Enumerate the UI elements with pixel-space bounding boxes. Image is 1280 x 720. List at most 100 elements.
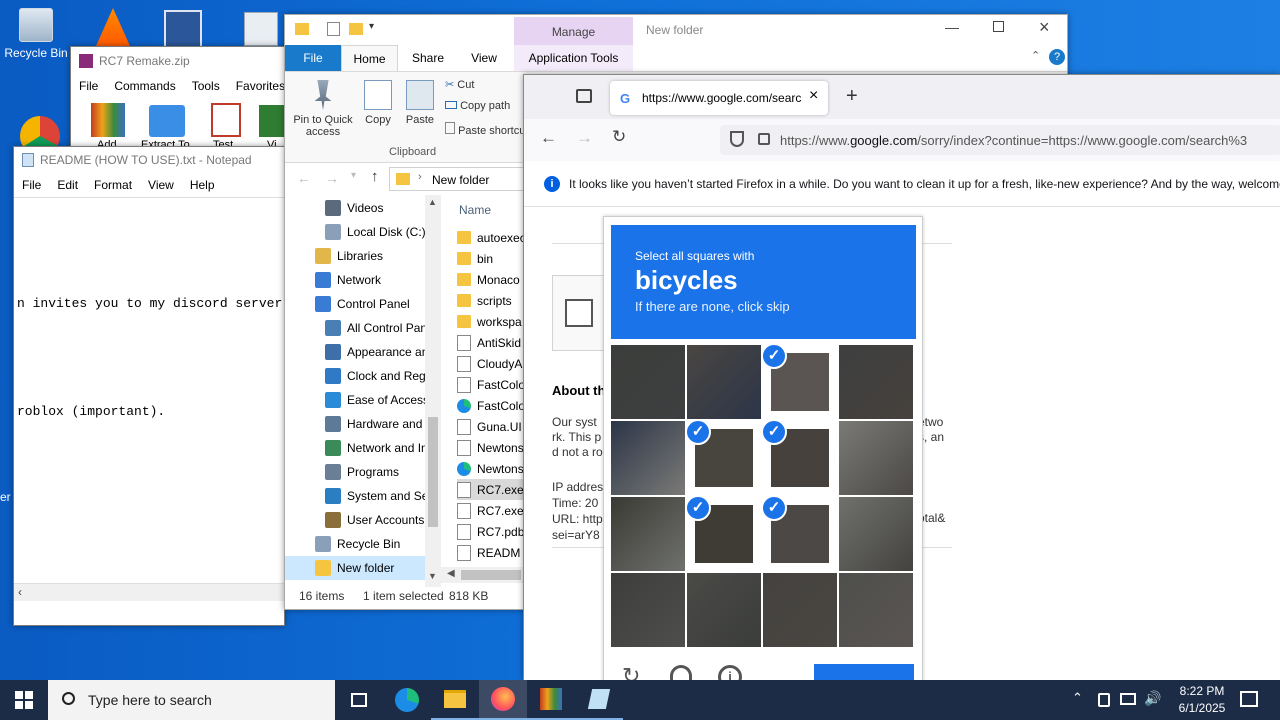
nav-scroll-thumb[interactable] <box>428 417 438 527</box>
nav-item[interactable]: Local Disk (C:) <box>285 220 427 244</box>
nav-item[interactable]: All Control Panel <box>285 316 427 340</box>
scroll-down-icon[interactable]: ▼ <box>428 571 437 581</box>
notepad-text-area[interactable]: n invites you to my discord server roblo… <box>14 197 284 583</box>
edge-taskbar-button[interactable] <box>383 680 431 720</box>
notepad-menu-view[interactable]: View <box>140 178 182 192</box>
battery-icon[interactable] <box>1098 693 1110 707</box>
nav-item[interactable]: Network <box>285 268 427 292</box>
explorer-taskbar-button[interactable] <box>431 680 479 720</box>
image-file-icon[interactable] <box>244 12 278 46</box>
file-row[interactable]: scripts <box>457 290 525 311</box>
firefox-tab[interactable]: G https://www.google.com/searc × <box>610 81 828 115</box>
file-hscroll[interactable]: ◀ <box>441 567 525 583</box>
explorer-titlebar[interactable]: ▾ Manage New folder — × <box>285 15 1067 45</box>
notepad-menu-help[interactable]: Help <box>182 178 223 192</box>
tab-file[interactable]: File <box>285 45 341 71</box>
firefox-taskbar-button[interactable] <box>479 680 527 720</box>
nav-item[interactable]: Network and In <box>285 436 427 460</box>
file-row[interactable]: FastColo <box>457 395 525 416</box>
winrar-view-button[interactable] <box>259 105 285 137</box>
winrar-test-button[interactable] <box>211 103 241 137</box>
captcha-tile[interactable] <box>839 497 913 571</box>
recent-chevron-icon[interactable]: ▾ <box>351 170 356 181</box>
forward-arrow-icon[interactable]: → <box>325 170 339 186</box>
clock-time[interactable]: 8:22 PM <box>1172 684 1232 698</box>
copy-path-button[interactable]: Copy path <box>445 100 510 112</box>
nav-item[interactable]: System and Sec <box>285 484 427 508</box>
file-row[interactable]: autoexec <box>457 227 525 248</box>
new-folder-icon[interactable] <box>349 23 363 35</box>
nav-item[interactable]: User Accounts <box>285 508 427 532</box>
winrar-taskbar-button[interactable] <box>527 680 575 720</box>
file-row[interactable]: RC7.exe <box>457 500 525 521</box>
captcha-tile[interactable]: ✓ <box>687 497 761 571</box>
captcha-tile[interactable] <box>611 573 685 647</box>
nav-item[interactable]: Appearance and <box>285 340 427 364</box>
file-row[interactable]: READM <box>457 542 525 563</box>
nav-scrollbar[interactable]: ▲ ▼ <box>425 195 441 587</box>
captcha-tile[interactable] <box>611 421 685 495</box>
file-row[interactable]: Guna.UI <box>457 416 525 437</box>
nav-item[interactable]: Videos <box>285 196 427 220</box>
pin-quick-access-button[interactable]: Pin to Quick access <box>291 80 355 138</box>
maximize-icon[interactable] <box>993 21 1004 32</box>
chevron-down-icon[interactable]: ▾ <box>369 21 374 32</box>
file-row[interactable]: bin <box>457 248 525 269</box>
tab-groups-icon[interactable] <box>576 89 592 103</box>
up-arrow-icon[interactable]: ↑ <box>371 168 379 185</box>
captcha-tile[interactable] <box>687 573 761 647</box>
nav-item[interactable]: Libraries <box>285 244 427 268</box>
reload-icon[interactable]: ↻ <box>612 127 626 147</box>
captcha-tile[interactable] <box>763 573 837 647</box>
notepad-horizontal-scrollbar[interactable]: ‹ <box>14 583 284 601</box>
help-icon[interactable]: ? <box>1049 49 1065 65</box>
tracking-shield-icon[interactable] <box>730 131 744 147</box>
task-view-button[interactable] <box>335 680 383 720</box>
minimize-icon[interactable]: — <box>945 19 959 35</box>
lock-icon[interactable] <box>758 133 770 145</box>
winrar-extract-button[interactable] <box>149 105 185 137</box>
taskbar-search-box[interactable]: Type here to search <box>48 680 335 720</box>
captcha-tile[interactable]: ✓ <box>763 345 837 419</box>
nav-item[interactable]: Ease of Access <box>285 388 427 412</box>
column-header-name[interactable]: Name <box>459 203 491 217</box>
url-bar[interactable]: https://www.google.com/sorry/index?conti… <box>720 125 1280 155</box>
nav-item[interactable]: Clock and Regi <box>285 364 427 388</box>
paste-button[interactable]: Paste <box>395 80 445 126</box>
back-icon[interactable]: ← <box>540 128 557 148</box>
file-row[interactable]: FastColo <box>457 374 525 395</box>
notepad-window[interactable]: README (HOW TO USE).txt - Notepad File E… <box>13 146 285 626</box>
show-hidden-icons-icon[interactable]: ⌃ <box>1072 690 1083 706</box>
captcha-tile[interactable] <box>611 497 685 571</box>
captcha-tile[interactable] <box>839 345 913 419</box>
notepad-taskbar-button[interactable] <box>575 680 623 720</box>
nav-item[interactable]: Control Panel <box>285 292 427 316</box>
properties-icon[interactable] <box>327 22 340 36</box>
tab-view[interactable]: View <box>465 45 503 71</box>
tab-close-icon[interactable]: × <box>809 87 818 105</box>
file-row[interactable]: CloudyA <box>457 353 525 374</box>
file-row[interactable]: Newtons <box>457 458 525 479</box>
cut-button[interactable]: ✂ Cut <box>445 78 474 91</box>
start-button[interactable] <box>0 680 48 720</box>
close-icon[interactable]: × <box>1039 17 1050 38</box>
nav-item[interactable]: Programs <box>285 460 427 484</box>
recycle-bin-desktop-icon[interactable]: Recycle Bin <box>4 8 68 60</box>
nav-item[interactable]: New folder <box>285 556 427 580</box>
volume-icon[interactable]: 🔊 <box>1144 690 1161 707</box>
captcha-tile[interactable]: ✓ <box>763 497 837 571</box>
notepad-menu-edit[interactable]: Edit <box>49 178 86 192</box>
winrar-window[interactable]: RC7 Remake.zip File Commands Tools Favor… <box>70 46 286 154</box>
captcha-tile[interactable] <box>611 345 685 419</box>
file-row[interactable]: RC7.exe <box>457 479 525 500</box>
address-box[interactable]: › New folder <box>389 167 529 191</box>
winrar-add-button[interactable] <box>91 103 125 137</box>
tab-share[interactable]: Share <box>409 45 447 71</box>
notifications-icon[interactable] <box>1240 691 1258 707</box>
word-icon[interactable] <box>164 10 202 48</box>
tab-application-tools[interactable]: Application Tools <box>514 45 633 71</box>
file-row[interactable]: Newtons <box>457 437 525 458</box>
file-row[interactable]: Monaco <box>457 269 525 290</box>
new-tab-icon[interactable]: + <box>846 85 858 108</box>
network-icon[interactable] <box>1120 693 1136 705</box>
